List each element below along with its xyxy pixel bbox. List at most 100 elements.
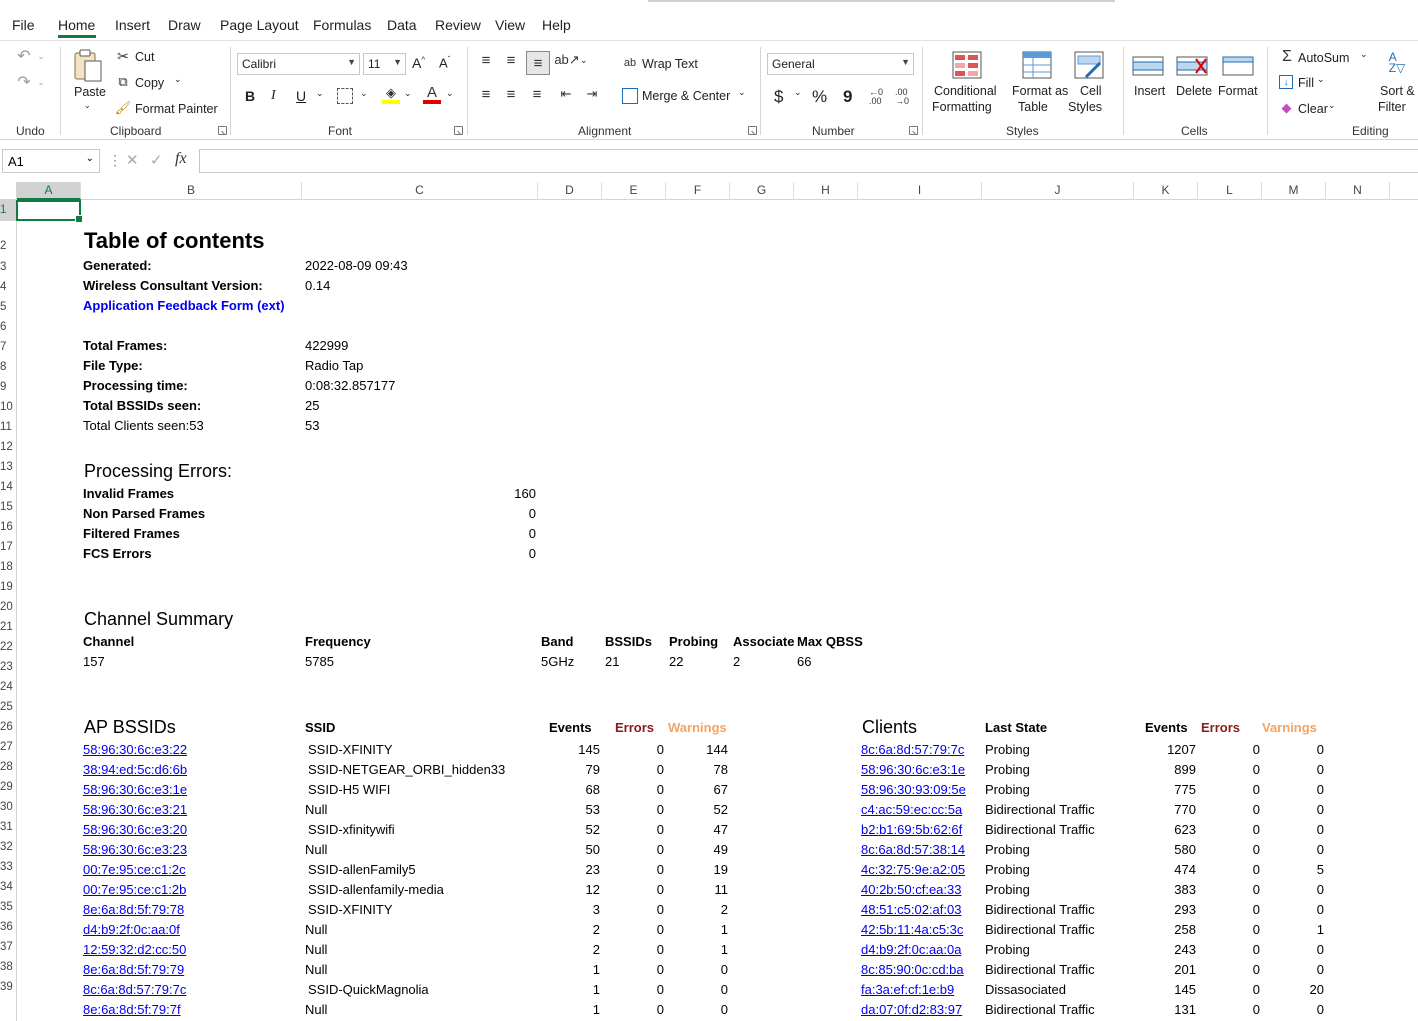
row-header[interactable]: 6 [0,317,17,337]
row-header[interactable]: 15 [0,497,17,517]
chevron-down-icon[interactable]: ⌄ [404,88,412,99]
eraser-icon[interactable]: ◆ [1279,100,1294,115]
row-header[interactable]: 30 [0,797,17,817]
menu-file[interactable]: File [12,17,35,33]
chevron-down-icon[interactable]: ⌄ [794,87,802,98]
number-format-select[interactable]: General ▼ [767,53,914,75]
client-mac-link[interactable]: 42:5b:11:4a:c5:3c [861,921,963,939]
menu-view[interactable]: View [495,17,525,33]
wrap-text-button[interactable]: Wrap Text [642,57,698,71]
chevron-down-icon[interactable]: ⌄ [1328,100,1336,111]
column-header-f[interactable]: F [666,182,730,200]
row-header[interactable]: 13 [0,457,17,477]
column-header-k[interactable]: K [1134,182,1198,200]
menu-home[interactable]: Home [58,17,95,33]
client-mac-link[interactable]: 58:96:30:93:09:5e [861,781,966,799]
row-header[interactable]: 8 [0,357,17,377]
chevron-down-icon[interactable]: ⌄ [580,55,588,66]
ap-bssid-link[interactable]: 00:7e:95:ce:c1:2b [83,881,186,899]
row-header[interactable]: 35 [0,897,17,917]
cut-button[interactable]: Cut [135,50,154,64]
row-header[interactable]: 14 [0,477,17,497]
decrease-decimal-icon[interactable]: .00 →0 [892,88,912,106]
chevron-down-icon[interactable]: ⌄ [360,88,368,99]
client-mac-link[interactable]: 58:96:30:6c:e3:1e [861,761,965,779]
fill-button[interactable]: Fill [1298,76,1314,90]
row-header[interactable]: 36 [0,917,17,937]
row-header[interactable]: 22 [0,637,17,657]
copy-button[interactable]: Copy [135,76,164,90]
format-painter-button[interactable]: Format Painter [135,102,218,116]
chevron-down-icon[interactable]: ⌄ [738,87,746,98]
row-header[interactable]: 37 [0,937,17,957]
column-header-d[interactable]: D [538,182,602,200]
client-mac-link[interactable]: 8c:6a:8d:57:79:7c [861,741,964,759]
row-header[interactable]: 28 [0,757,17,777]
chevron-down-icon[interactable]: ⌄ [1317,74,1325,85]
conditional-formatting-button[interactable]: Conditional Formatting [928,47,1002,121]
column-header-m[interactable]: M [1262,182,1326,200]
undo-icon[interactable]: ↶ [14,47,34,65]
ap-bssid-link[interactable]: 8e:6a:8d:5f:79:7f [83,1001,181,1019]
client-mac-link[interactable]: b2:b1:69:5b:62:6f [861,821,962,839]
menu-data[interactable]: Data [387,17,417,33]
align-middle-icon[interactable]: ≡ [502,51,520,69]
row-header[interactable]: 3 [0,257,17,277]
row-header[interactable]: 4 [0,277,17,297]
sort-filter-button[interactable]: A Z▽ Sort & Filter [1374,47,1418,121]
increase-decimal-icon[interactable]: ←0.00 [866,88,886,106]
feedback-form-link[interactable]: Application Feedback Form (ext) [83,297,285,315]
row-header[interactable]: 7 [0,337,17,357]
align-right-icon[interactable]: ≡ [528,85,546,103]
borders-icon[interactable] [337,88,353,104]
redo-dropdown-icon[interactable]: ⌄ [36,75,46,89]
chevron-down-icon[interactable]: ⌄ [316,88,324,99]
redo-icon[interactable]: ↷ [14,73,34,91]
copy-icon[interactable]: ⧉ [116,74,130,89]
cancel-icon[interactable]: ✕ [126,151,139,169]
number-launcher-icon[interactable] [909,126,918,135]
comma-button[interactable]: 9 [843,87,852,107]
client-mac-link[interactable]: c4:ac:59:ec:cc:5a [861,801,962,819]
align-top-icon[interactable]: ≡ [477,51,495,69]
row-header[interactable]: 12 [0,437,17,457]
currency-button[interactable]: $ [774,87,783,107]
underline-button[interactable]: U [296,88,306,104]
merge-center-icon[interactable] [622,88,638,104]
row-header[interactable]: 18 [0,557,17,577]
decrease-indent-icon[interactable]: ⇤ [557,85,575,103]
column-header-b[interactable]: B [81,182,302,200]
column-header-h[interactable]: H [794,182,858,200]
clear-button[interactable]: Clear [1298,102,1328,116]
menu-formulas[interactable]: Formulas [313,17,371,33]
column-header-n[interactable]: N [1326,182,1390,200]
search-box-edge[interactable] [648,0,1115,2]
insert-cells-button[interactable]: Insert [1128,47,1168,121]
row-header[interactable]: 2 [0,221,17,257]
row-header[interactable]: 16 [0,517,17,537]
formula-input[interactable] [199,149,1418,173]
increase-indent-icon[interactable]: ⇥ [583,85,601,103]
client-mac-link[interactable]: da:07:0f:d2:83:97 [861,1001,962,1019]
column-header-i[interactable]: I [858,182,982,200]
name-box[interactable]: A1 ⌄ [2,149,100,173]
active-cell-a1[interactable] [16,200,83,223]
paste-button[interactable]: Paste ⌄ [70,45,106,117]
chevron-down-icon[interactable]: ⌄ [1360,49,1368,60]
row-header[interactable]: 10 [0,397,17,417]
align-center-icon[interactable]: ≡ [502,85,520,103]
client-mac-link[interactable]: 48:51:c5:02:af:03 [861,901,961,919]
row-header[interactable]: 23 [0,657,17,677]
cell-styles-button[interactable]: Cell Styles [1068,47,1112,121]
client-mac-link[interactable]: 8c:6a:8d:57:38:14 [861,841,965,859]
client-mac-link[interactable]: d4:b9:2f:0c:aa:0a [861,941,961,959]
row-header[interactable]: 19 [0,577,17,597]
column-header-g[interactable]: G [730,182,794,200]
bold-button[interactable]: B [245,88,255,104]
column-header-e[interactable]: E [602,182,666,200]
percent-button[interactable]: % [812,87,827,107]
row-header[interactable]: 34 [0,877,17,897]
row-header[interactable]: 24 [0,677,17,697]
row-header[interactable]: 1 [0,200,17,221]
font-size-select[interactable]: 11 ▼ [363,53,406,75]
